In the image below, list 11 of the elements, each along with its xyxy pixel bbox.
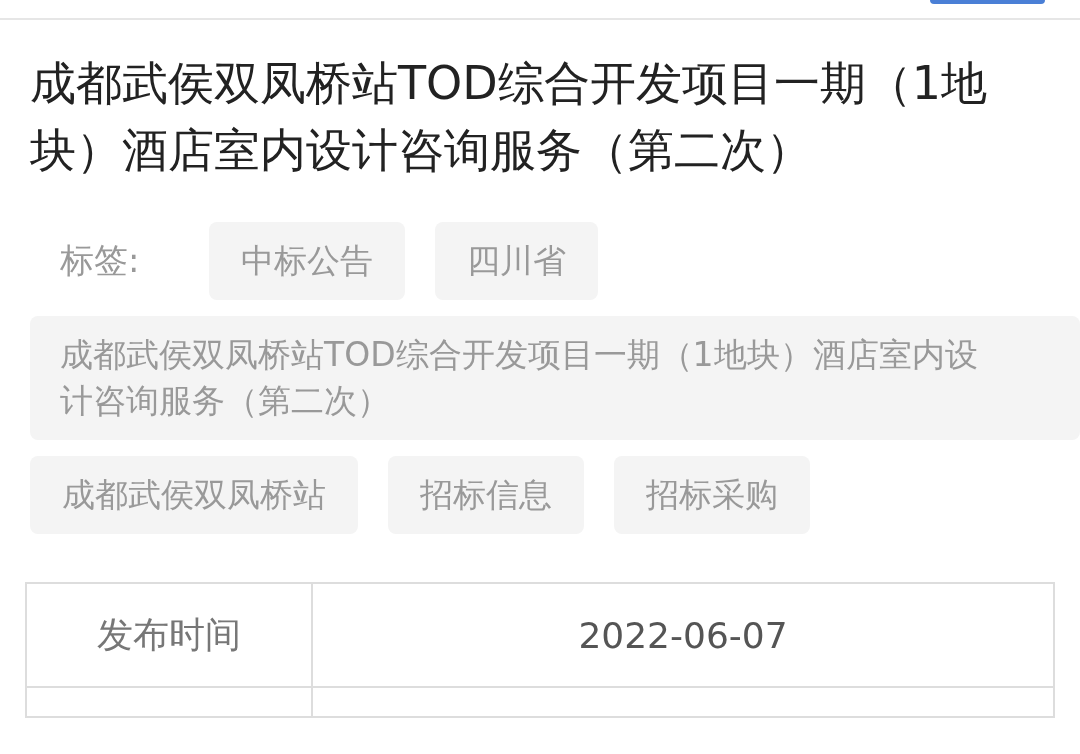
page-title: 成都武侯双凤桥站TOD综合开发项目一期（1地块）酒店室内设计咨询服务（第二次） xyxy=(30,55,988,179)
tag-chip[interactable]: 中标公告 xyxy=(209,222,406,300)
table-cell: 发布时间 xyxy=(26,583,312,687)
button[interactable] xyxy=(930,0,1045,4)
table-cell: 2022-06-07 xyxy=(312,583,1054,687)
tag-chip[interactable]: 招标信息 xyxy=(388,456,584,534)
tag-chip[interactable]: 成都武侯双凤桥站TOD综合开发项目一期（1地块）酒店室内设计咨询服务（第二次） xyxy=(30,316,1080,440)
tags-label: 标签: xyxy=(59,239,141,282)
tag-chip[interactable]: 招标采购 xyxy=(614,456,810,534)
tag-chip[interactable]: 四川省 xyxy=(435,222,599,300)
tag-chip[interactable]: 成都武侯双凤桥站 xyxy=(30,456,358,534)
